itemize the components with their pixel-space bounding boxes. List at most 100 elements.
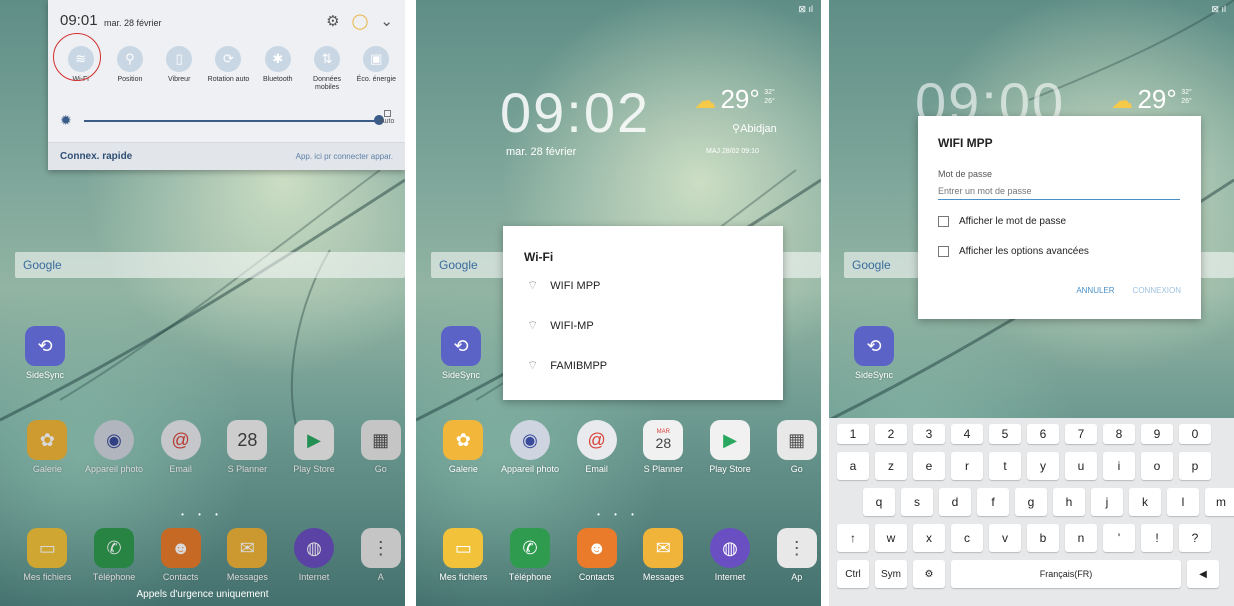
key-8[interactable]: 8: [1103, 424, 1135, 444]
app-google-folder[interactable]: ▦ Go: [763, 420, 821, 474]
show-advanced-checkbox[interactable]: Afficher les options avancées: [938, 246, 1089, 257]
brightness-track[interactable]: [84, 120, 376, 122]
key-s[interactable]: s: [901, 488, 933, 516]
key-z[interactable]: z: [875, 452, 907, 480]
chevron-down-icon[interactable]: ⌄: [380, 12, 393, 30]
app-google-folder[interactable]: ▦ Go: [347, 420, 405, 474]
settings-gear-icon[interactable]: ⚙: [326, 12, 339, 30]
key-r[interactable]: r: [951, 452, 983, 480]
key-i[interactable]: i: [1103, 452, 1135, 480]
key-'[interactable]: ': [1103, 524, 1135, 552]
weather-widget[interactable]: ☁ 29° 32° 26°: [1111, 84, 1192, 115]
connect-button[interactable]: CONNEXION: [1133, 286, 1181, 295]
qs-position[interactable]: ⚲ Position: [105, 46, 154, 92]
profile-icon[interactable]: ◯: [352, 12, 369, 30]
key-u[interactable]: u: [1065, 452, 1097, 480]
key-j[interactable]: j: [1091, 488, 1123, 516]
key-?[interactable]: ?: [1179, 524, 1211, 552]
key-1[interactable]: 1: [837, 424, 869, 444]
app-messages[interactable]: ✉ Messages: [630, 528, 697, 582]
key-n[interactable]: n: [1065, 524, 1097, 552]
app-email[interactable]: @ Email: [147, 420, 214, 474]
app-gallery[interactable]: ✿ Galerie: [14, 420, 81, 474]
keyboard-settings-gear-icon[interactable]: ⚙: [913, 560, 945, 588]
key-k[interactable]: k: [1129, 488, 1161, 516]
key-o[interactable]: o: [1141, 452, 1173, 480]
key-e[interactable]: e: [913, 452, 945, 480]
qs-power-saving[interactable]: ▣ Éco. énergie: [352, 46, 401, 92]
ctrl-key[interactable]: Ctrl: [837, 560, 869, 588]
brightness-auto-toggle[interactable]: Auto: [380, 110, 394, 125]
app-myfiles[interactable]: ▭ Mes fichiers: [430, 528, 497, 582]
key-g[interactable]: g: [1015, 488, 1047, 516]
app-camera[interactable]: ◉ Appareil photo: [497, 420, 564, 474]
app-internet[interactable]: ◍ Internet: [697, 528, 764, 582]
app-apps[interactable]: ⋮ Ap: [763, 528, 821, 582]
wifi-network-item[interactable]: ⌔ FAMIBMPP: [527, 358, 607, 373]
key-5[interactable]: 5: [989, 424, 1021, 444]
brightness-slider[interactable]: ✹ Auto: [60, 110, 395, 132]
key-9[interactable]: 9: [1141, 424, 1173, 444]
qs-rotation[interactable]: ⟳ Rotation auto: [204, 46, 253, 92]
key-y[interactable]: y: [1027, 452, 1059, 480]
qs-bluetooth[interactable]: ✱ Bluetooth: [253, 46, 302, 92]
app-contacts[interactable]: ☻ Contacts: [563, 528, 630, 582]
sym-key[interactable]: Sym: [875, 560, 907, 588]
key-c[interactable]: c: [951, 524, 983, 552]
wifi-network-item[interactable]: ⌔ WIFI MPP: [527, 278, 600, 293]
app-splanner[interactable]: MAR 28 S Planner: [630, 420, 697, 474]
app-messages[interactable]: ✉ Messages: [214, 528, 281, 582]
app-gallery[interactable]: ✿ Galerie: [430, 420, 497, 474]
app-myfiles[interactable]: ▭ Mes fichiers: [14, 528, 81, 582]
app-splanner[interactable]: 28 S Planner: [214, 420, 281, 474]
key-d[interactable]: d: [939, 488, 971, 516]
sidesync-app[interactable]: ⟲ SideSync: [24, 326, 66, 380]
key-6[interactable]: 6: [1027, 424, 1059, 444]
quick-connect-bar[interactable]: Connex. rapide App. ici pr connecter app…: [48, 142, 405, 170]
key-h[interactable]: h: [1053, 488, 1085, 516]
google-search-bar[interactable]: Google: [15, 252, 405, 278]
key-p[interactable]: p: [1179, 452, 1211, 480]
key-a[interactable]: a: [837, 452, 869, 480]
weather-widget[interactable]: ☁ 29° 32° 26°: [694, 84, 775, 115]
checkbox-box[interactable]: [938, 246, 949, 257]
key-w[interactable]: w: [875, 524, 907, 552]
key-![interactable]: !: [1141, 524, 1173, 552]
app-row: ✿ Galerie ◉ Appareil photo @ Email MAR 28 S P…: [430, 420, 821, 474]
key-m[interactable]: m: [1205, 488, 1234, 516]
app-phone[interactable]: ✆ Téléphone: [81, 528, 148, 582]
key-v[interactable]: v: [989, 524, 1021, 552]
space-key[interactable]: Français(FR): [951, 560, 1181, 588]
app-contacts[interactable]: ☻ Contacts: [147, 528, 214, 582]
app-apps[interactable]: ⋮ A: [347, 528, 405, 582]
key-x[interactable]: x: [913, 524, 945, 552]
cancel-button[interactable]: ANNULER: [1076, 286, 1114, 295]
playstore-icon: ▶: [710, 420, 751, 460]
key-b[interactable]: b: [1027, 524, 1059, 552]
sidesync-app[interactable]: ⟲ SideSync: [853, 326, 895, 380]
key-7[interactable]: 7: [1065, 424, 1097, 444]
wifi-network-item[interactable]: ⌔ WIFI-MP: [527, 318, 594, 333]
app-playstore[interactable]: ▶ Play Store: [697, 420, 764, 474]
qs-vibrate[interactable]: ▯ Vibreur: [155, 46, 204, 92]
key-f[interactable]: f: [977, 488, 1009, 516]
password-input[interactable]: [938, 182, 1180, 200]
key-t[interactable]: t: [989, 452, 1021, 480]
checkbox-box[interactable]: [938, 216, 949, 227]
key-0[interactable]: 0: [1179, 424, 1211, 444]
sidesync-app[interactable]: ⟲ SideSync: [440, 326, 482, 380]
key-l[interactable]: l: [1167, 488, 1199, 516]
key-4[interactable]: 4: [951, 424, 983, 444]
qs-mobile-data[interactable]: ⇅ Données mobiles: [302, 46, 351, 92]
left-arrow-key[interactable]: ◀: [1187, 560, 1219, 588]
app-email[interactable]: @ Email: [563, 420, 630, 474]
show-password-checkbox[interactable]: Afficher le mot de passe: [938, 216, 1066, 227]
app-playstore[interactable]: ▶ Play Store: [281, 420, 348, 474]
key-q[interactable]: q: [863, 488, 895, 516]
shift-key[interactable]: ↑: [837, 524, 869, 552]
app-internet[interactable]: ◍ Internet: [281, 528, 348, 582]
app-phone[interactable]: ✆ Téléphone: [497, 528, 564, 582]
key-2[interactable]: 2: [875, 424, 907, 444]
key-3[interactable]: 3: [913, 424, 945, 444]
app-camera[interactable]: ◉ Appareil photo: [81, 420, 148, 474]
